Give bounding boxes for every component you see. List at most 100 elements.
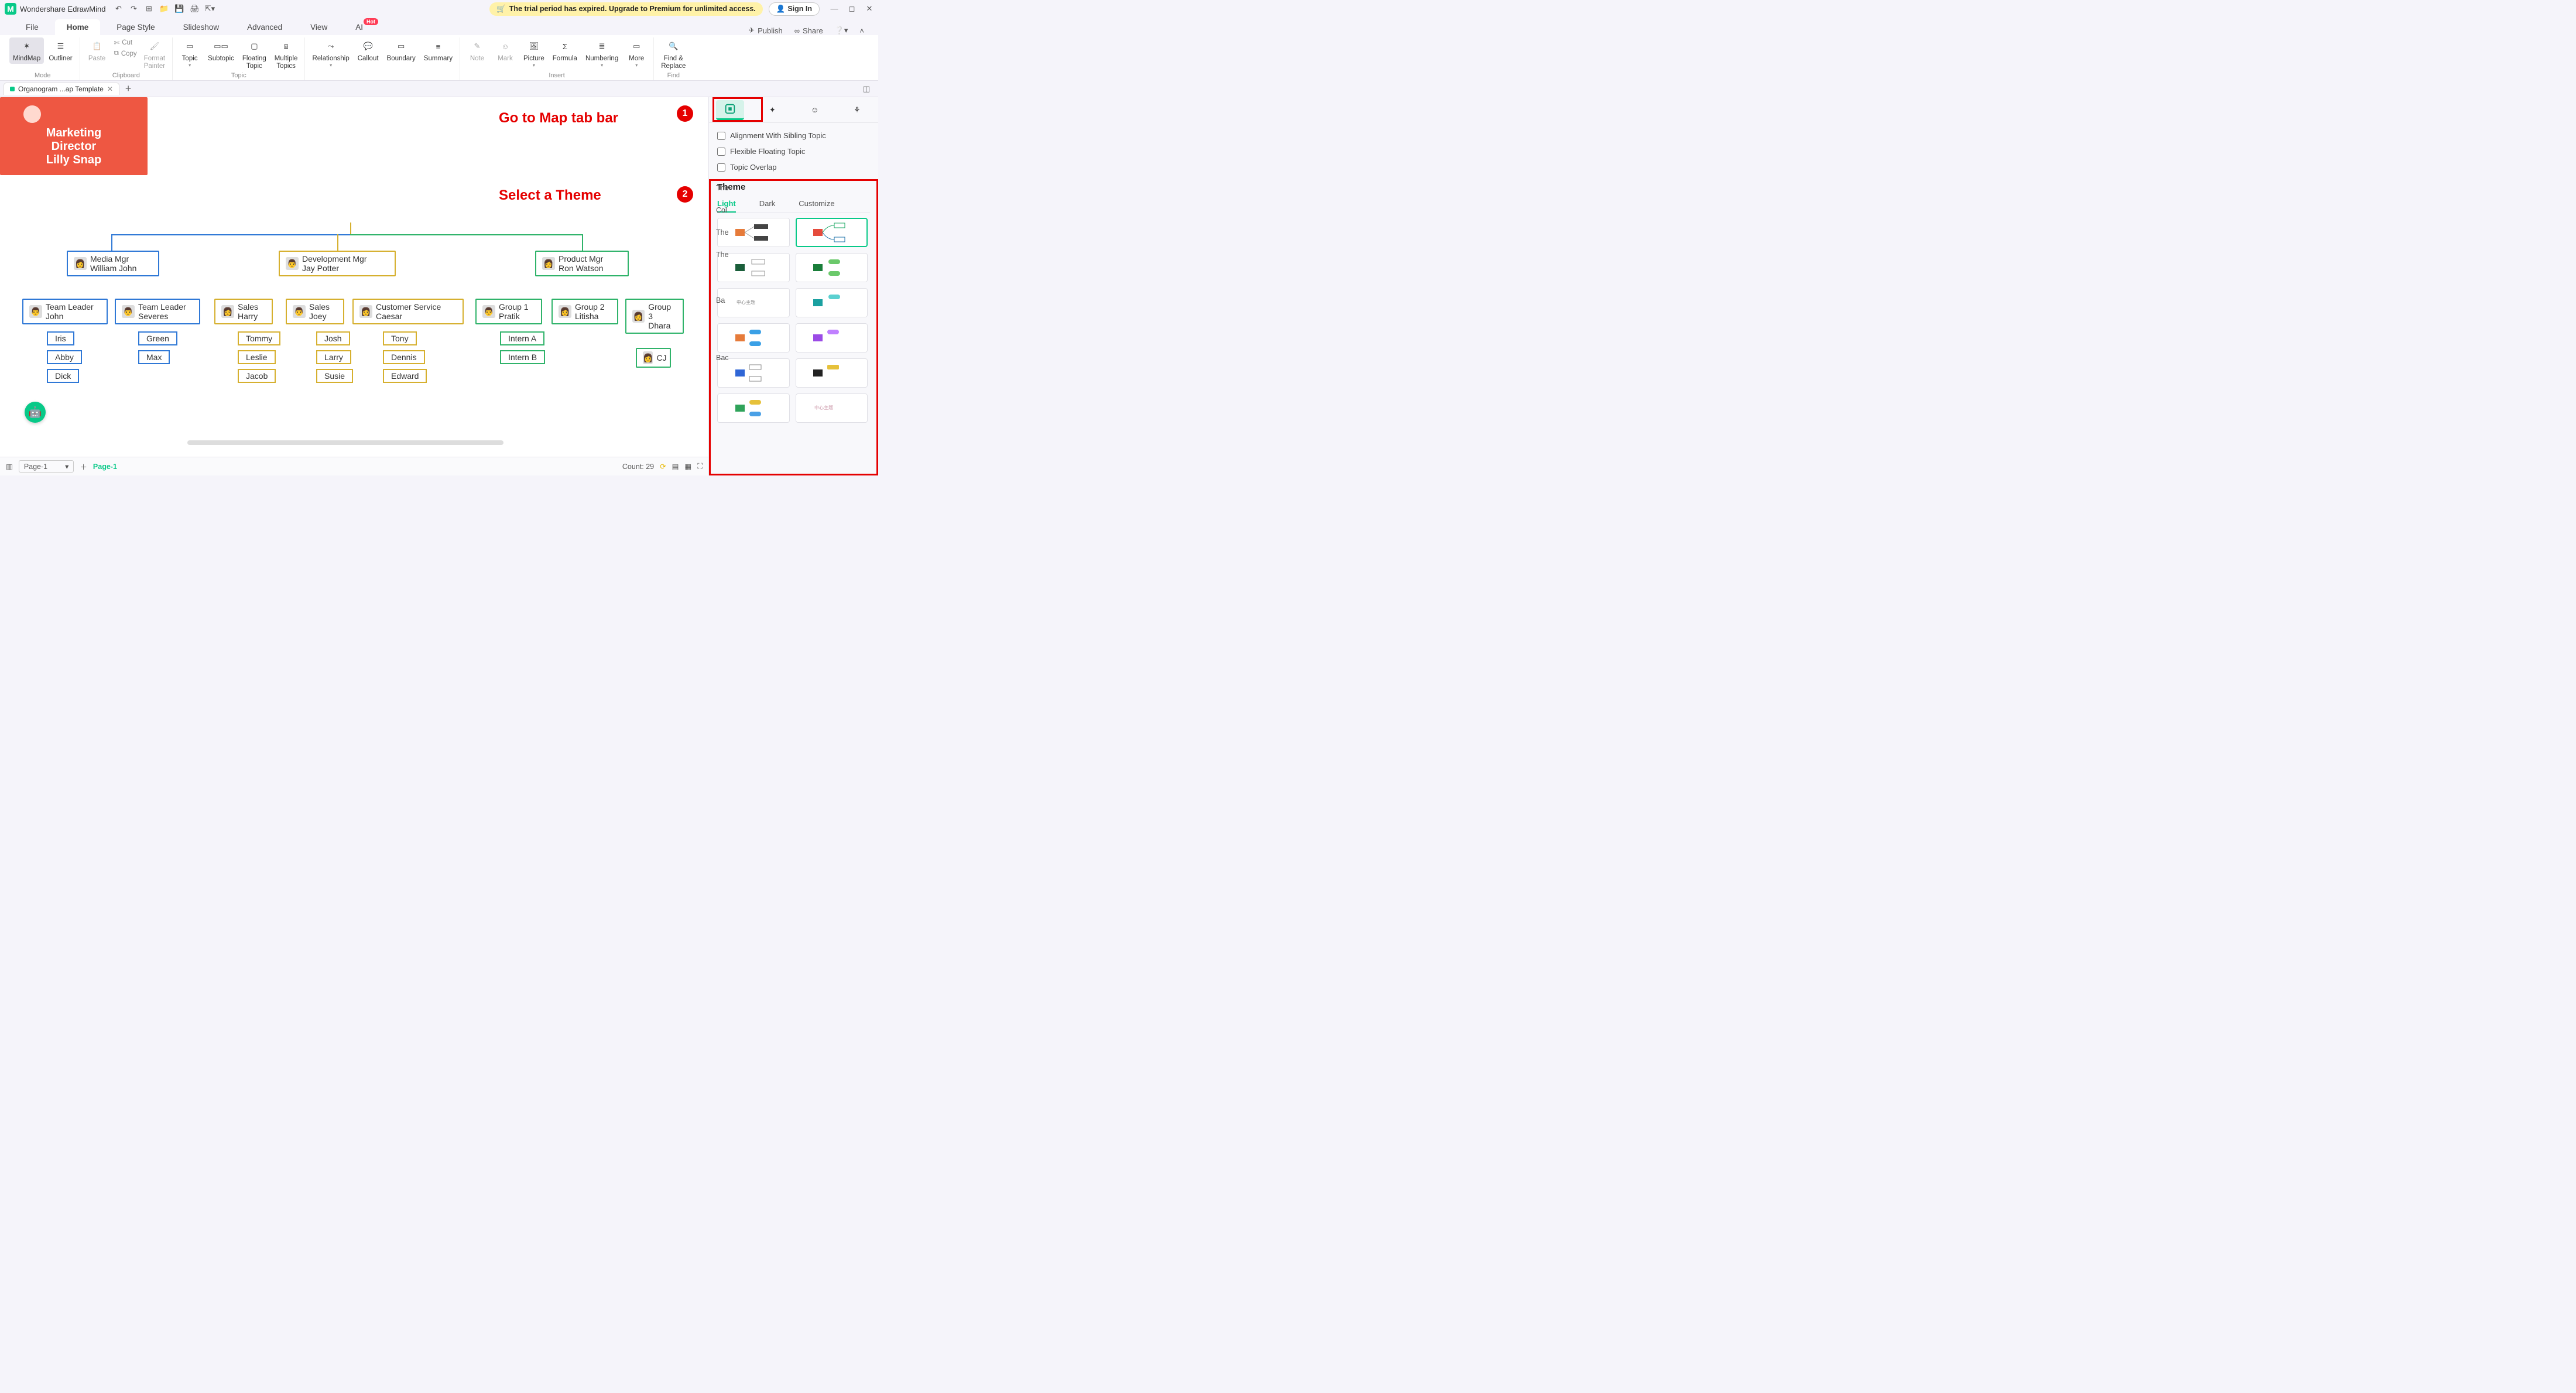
leaf-larry[interactable]: Larry — [316, 350, 351, 364]
node-root[interactable]: Marketing Director Lilly Snap — [0, 97, 148, 175]
leaf-josh[interactable]: Josh — [316, 331, 350, 345]
menu-file[interactable]: File — [14, 19, 50, 35]
split-view-icon[interactable]: ◫ — [863, 84, 875, 94]
map-tab[interactable] — [716, 100, 744, 120]
page-link[interactable]: Page-1 — [93, 463, 117, 471]
theme-thumb[interactable] — [796, 253, 868, 282]
save-icon[interactable]: 💾 — [174, 4, 184, 13]
topic-button[interactable]: ▭Topic▾ — [176, 37, 203, 71]
leaf-leslie[interactable]: Leslie — [238, 350, 276, 364]
leaf-abby[interactable]: Abby — [47, 350, 82, 364]
leaf-tony[interactable]: Tony — [383, 331, 417, 345]
cut-button[interactable]: ✄Cut — [112, 37, 139, 48]
find-replace-button[interactable]: 🔍Find & Replace — [657, 37, 689, 71]
leaf-jacob[interactable]: Jacob — [238, 369, 276, 383]
chk-alignment-input[interactable] — [717, 132, 725, 140]
menu-ai[interactable]: AI Hot — [344, 19, 375, 35]
add-tab-button[interactable]: + — [125, 83, 132, 95]
minimize-button[interactable]: — — [830, 4, 838, 13]
leaf-susie[interactable]: Susie — [316, 369, 353, 383]
leaf-tommy[interactable]: Tommy — [238, 331, 280, 345]
relationship-button[interactable]: ⤳Relationship▾ — [309, 37, 352, 69]
view-fit-icon[interactable]: ⛶ — [697, 462, 703, 471]
subtopic-button[interactable]: ▭▭Subtopic — [204, 37, 238, 71]
share-button[interactable]: ∞Share — [794, 26, 823, 35]
menu-pagestyle[interactable]: Page Style — [105, 19, 166, 35]
node-group3[interactable]: 👩Group 3Dhara — [625, 299, 684, 334]
formula-button[interactable]: ΣFormula — [549, 37, 581, 69]
node-sales-joey[interactable]: 👨SalesJoey — [286, 299, 344, 324]
ai-assistant-fab[interactable]: 🤖 — [25, 402, 46, 423]
menu-home[interactable]: Home — [55, 19, 101, 35]
publish-button[interactable]: ✈Publish — [748, 26, 783, 35]
panel-toggle-icon[interactable]: ▥ — [6, 462, 13, 471]
leaf-intern-b[interactable]: Intern B — [500, 350, 545, 364]
icon-tab[interactable]: ☺ — [801, 100, 829, 120]
open-icon[interactable]: 📁 — [159, 4, 169, 13]
tab-close-icon[interactable]: ✕ — [107, 85, 113, 93]
theme-tab-customize[interactable]: Customize — [799, 196, 834, 213]
boundary-button[interactable]: ▭Boundary — [383, 37, 419, 69]
node-media-mgr[interactable]: 👩Media MgrWilliam John — [67, 251, 159, 276]
leaf-edward[interactable]: Edward — [383, 369, 427, 383]
outliner-mode-button[interactable]: ☰Outliner — [45, 37, 76, 64]
document-tab[interactable]: Organogram ...ap Template ✕ — [4, 83, 119, 95]
node-tl-john[interactable]: 👨Team LeaderJohn — [22, 299, 108, 324]
theme-thumb[interactable] — [796, 218, 868, 247]
theme-thumb[interactable] — [796, 358, 868, 388]
theme-thumb[interactable] — [717, 393, 790, 423]
mindmap-mode-button[interactable]: ✶MindMap — [9, 37, 44, 64]
print-icon[interactable]: 🖨 — [190, 4, 199, 13]
node-cs-caesar[interactable]: 👩Customer ServiceCaesar — [352, 299, 464, 324]
leaf-cj[interactable]: 👩CJ — [636, 348, 671, 368]
copy-button[interactable]: ⧉Copy — [112, 49, 139, 59]
redo-icon[interactable]: ↷ — [129, 4, 138, 13]
chk-floating-input[interactable] — [717, 148, 725, 156]
floating-topic-button[interactable]: ▢Floating Topic — [239, 37, 270, 71]
format-painter-button[interactable]: 🖌Format Painter — [141, 37, 169, 71]
chk-alignment[interactable]: Alignment With Sibling Topic — [717, 128, 870, 143]
leaf-iris[interactable]: Iris — [47, 331, 74, 345]
menu-slideshow[interactable]: Slideshow — [172, 19, 231, 35]
export-icon[interactable]: ⇱▾ — [205, 4, 214, 13]
paste-button[interactable]: 📋Paste — [84, 37, 111, 71]
theme-tab-dark[interactable]: Dark — [759, 196, 775, 213]
theme-thumb[interactable] — [717, 358, 790, 388]
undo-icon[interactable]: ↶ — [114, 4, 123, 13]
chk-overlap[interactable]: Topic Overlap — [717, 159, 870, 175]
view-outline-icon[interactable]: ▤ — [672, 462, 679, 471]
leaf-intern-a[interactable]: Intern A — [500, 331, 544, 345]
leaf-max[interactable]: Max — [138, 350, 170, 364]
numbering-button[interactable]: ≣Numbering▾ — [582, 37, 622, 69]
add-page-button[interactable]: ＋ — [80, 461, 87, 472]
node-group2[interactable]: 👩Group 2Litisha — [551, 299, 618, 324]
node-sales-harry[interactable]: 👩SalesHarry — [214, 299, 273, 324]
close-button[interactable]: ✕ — [865, 4, 873, 13]
mark-button[interactable]: ☺Mark — [492, 37, 519, 69]
menu-view[interactable]: View — [299, 19, 339, 35]
trial-banner[interactable]: 🛒 The trial period has expired. Upgrade … — [489, 2, 763, 16]
leaf-green[interactable]: Green — [138, 331, 177, 345]
view-page-icon[interactable]: ▦ — [684, 462, 691, 471]
clipart-tab[interactable]: ⚘ — [843, 100, 871, 120]
callout-button[interactable]: 💬Callout — [354, 37, 382, 69]
node-tl-severes[interactable]: 👨Team LeaderSeveres — [115, 299, 200, 324]
theme-thumb[interactable]: 中心主题 — [796, 393, 868, 423]
collapse-ribbon-icon[interactable]: ˄ — [859, 26, 864, 35]
chk-floating[interactable]: Flexible Floating Topic — [717, 143, 870, 159]
summary-button[interactable]: ≡Summary — [420, 37, 456, 69]
theme-thumb[interactable] — [796, 323, 868, 352]
menu-advanced[interactable]: Advanced — [235, 19, 294, 35]
note-button[interactable]: ✎Note — [464, 37, 491, 69]
node-prod-mgr[interactable]: 👩Product MgrRon Watson — [535, 251, 629, 276]
page-selector[interactable]: Page-1▾ — [19, 460, 74, 473]
cloud-sync-icon[interactable]: ⟳ — [660, 462, 666, 471]
leaf-dennis[interactable]: Dennis — [383, 350, 425, 364]
style-tab[interactable]: ✦ — [758, 100, 786, 120]
signin-button[interactable]: 👤 Sign In — [769, 2, 820, 16]
new-icon[interactable]: ⊞ — [144, 4, 153, 13]
more-button[interactable]: ▭More▾ — [623, 37, 650, 69]
picture-button[interactable]: 🖼Picture▾ — [520, 37, 548, 69]
leaf-dick[interactable]: Dick — [47, 369, 79, 383]
node-dev-mgr[interactable]: 👨Development MgrJay Potter — [279, 251, 396, 276]
